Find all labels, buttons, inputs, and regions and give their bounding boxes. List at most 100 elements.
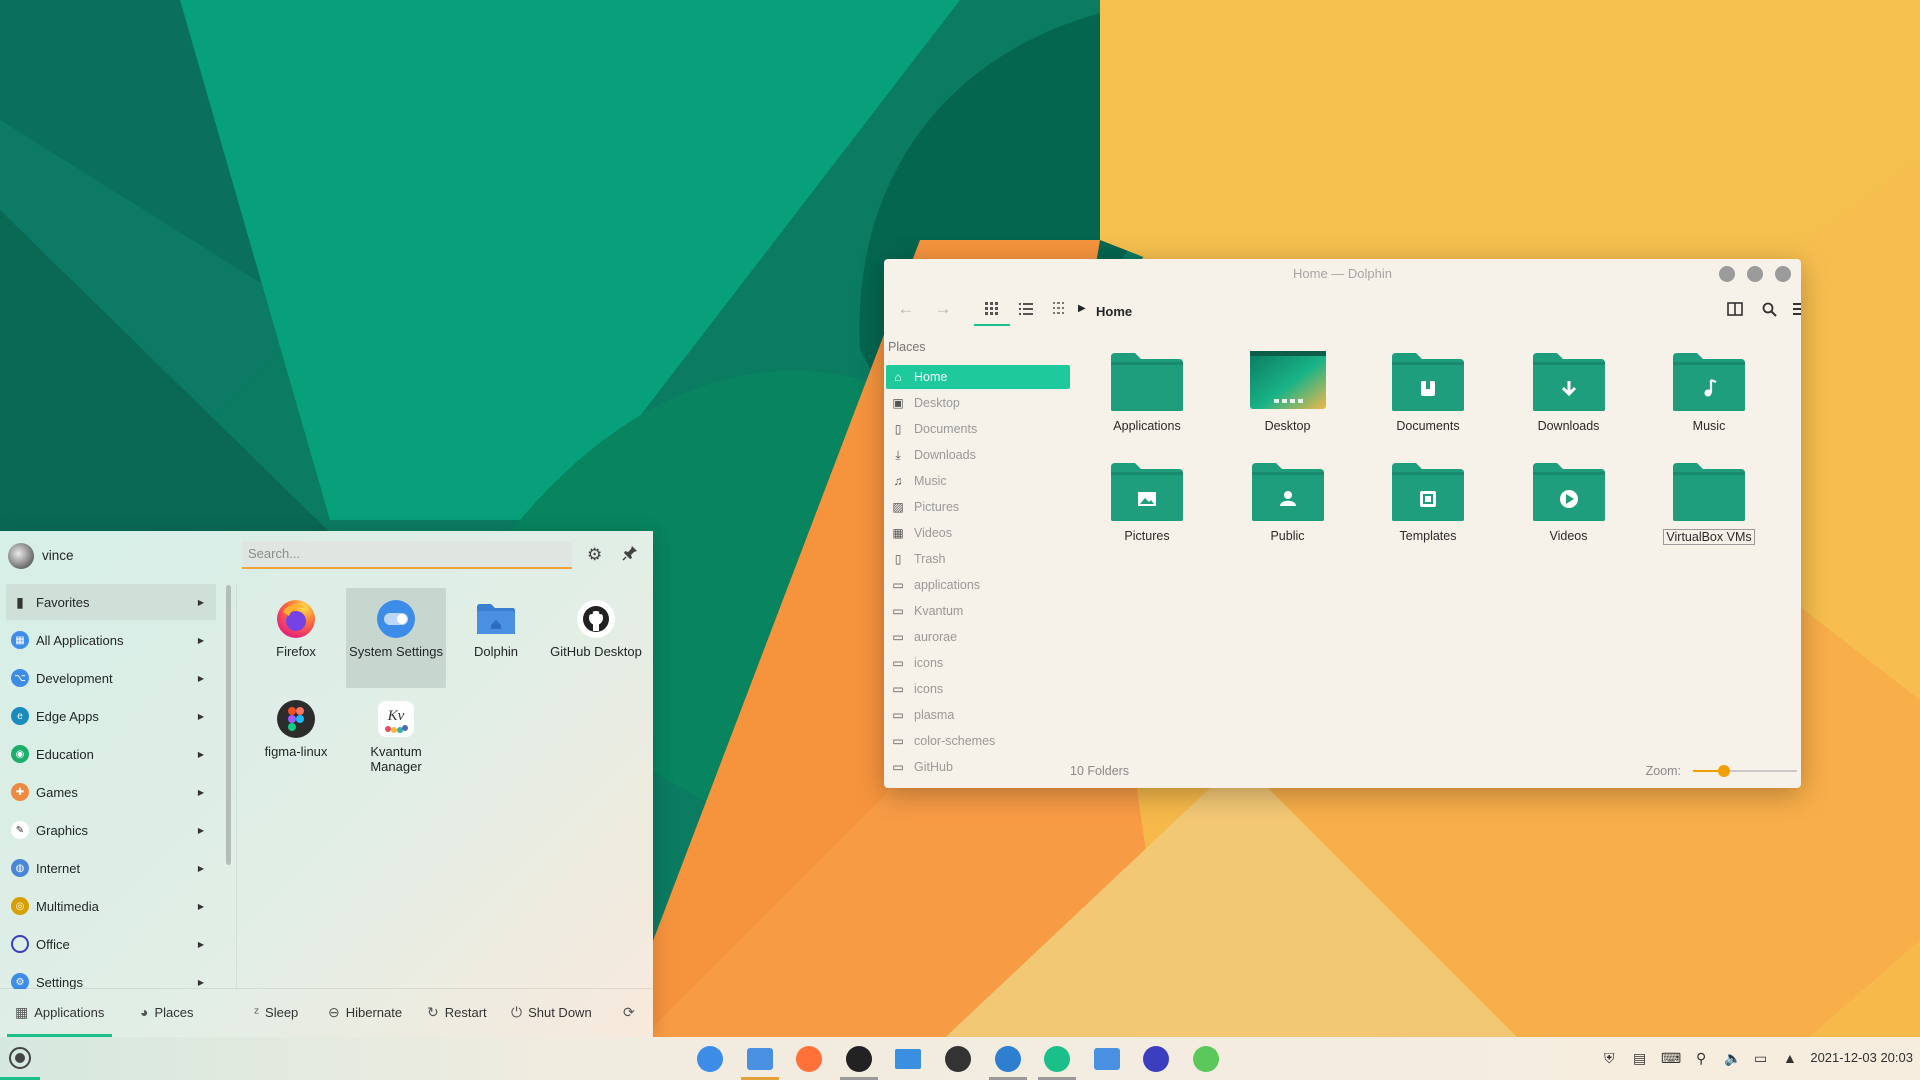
music-player-task[interactable]	[1038, 1044, 1077, 1080]
category-item[interactable]: ▦ All Applications ▶	[6, 622, 216, 658]
folder-item[interactable]: VirtualBox VMs	[1639, 459, 1779, 545]
folder-item[interactable]: Public	[1218, 459, 1358, 543]
inkscape-task[interactable]	[943, 1044, 973, 1074]
app-tile[interactable]: Firefox	[246, 588, 346, 688]
place-item[interactable]: ▭ plasma	[886, 703, 1070, 727]
folder-item[interactable]: Downloads	[1499, 349, 1639, 433]
zoom-slider[interactable]	[1693, 765, 1797, 777]
place-item[interactable]: ▭ icons	[886, 677, 1070, 701]
shutdown-button[interactable]: ⏻ Shut Down	[511, 999, 592, 1025]
folder-item[interactable]: Desktop	[1218, 349, 1358, 433]
minimize-button[interactable]	[1719, 266, 1735, 282]
place-label: Documents	[914, 422, 978, 436]
place-item[interactable]: ▭ GitHub	[886, 755, 1070, 779]
system-monitor-task[interactable]	[1141, 1044, 1171, 1074]
place-item[interactable]: ▯ Trash	[886, 547, 1070, 571]
details-view-button[interactable]	[1012, 296, 1040, 322]
app-tile[interactable]: figma-linux	[246, 688, 346, 788]
breadcrumb-home[interactable]: Home	[1096, 304, 1132, 319]
place-item[interactable]: ▣ Desktop	[886, 391, 1070, 415]
folder-item[interactable]: Templates	[1358, 459, 1498, 543]
launcher-button[interactable]	[9, 1047, 31, 1069]
tray-expand-icon[interactable]: ▲	[1783, 1050, 1797, 1066]
app-tile[interactable]: System Settings	[346, 588, 446, 688]
places-tab[interactable]: ◕ Places	[140, 999, 194, 1025]
dolphin-task[interactable]	[740, 1044, 779, 1080]
hibernate-button[interactable]: ⊖ Hibernate	[328, 999, 402, 1025]
location-icon[interactable]: ⚲	[1696, 1050, 1706, 1067]
leave-button[interactable]: ⟳	[623, 999, 641, 1025]
place-item[interactable]: ▭ icons	[886, 651, 1070, 675]
shield-icon[interactable]: ⛨	[1604, 1050, 1615, 1067]
place-item[interactable]: ⤓ Downloads	[886, 443, 1070, 467]
submenu-arrow-icon: ▶	[197, 901, 204, 911]
display-icon[interactable]: ▭	[1754, 1050, 1767, 1067]
app-tile[interactable]: GitHub Desktop	[546, 588, 646, 688]
system-settings-task[interactable]	[695, 1044, 725, 1074]
sleep-button[interactable]: ᶻ Sleep	[254, 999, 298, 1025]
window-titlebar[interactable]: Home — Dolphin	[884, 259, 1801, 289]
category-item[interactable]: ⌥ Development ▶	[6, 660, 216, 696]
category-scrollbar[interactable]	[226, 585, 231, 865]
github-icon	[575, 598, 617, 640]
forward-arrow-icon[interactable]: →	[929, 296, 957, 322]
clipboard-icon[interactable]: ▤	[1633, 1050, 1646, 1067]
place-item[interactable]: ▭ Kvantum	[886, 599, 1070, 623]
kvantum-icon: Kv	[375, 698, 417, 740]
volume-icon[interactable]: 🔈	[1724, 1050, 1741, 1067]
keyboard-icon[interactable]: ⌨	[1661, 1050, 1681, 1067]
compact-view-button[interactable]	[1046, 296, 1074, 322]
files-task[interactable]	[1092, 1044, 1122, 1074]
place-item[interactable]: ▭ applications	[886, 573, 1070, 597]
place-item[interactable]: ▨ Pictures	[886, 495, 1070, 519]
search-button[interactable]	[1755, 296, 1783, 322]
software-center-task[interactable]	[988, 1044, 1027, 1080]
pin-icon[interactable]	[622, 545, 638, 566]
icons-view-button[interactable]	[974, 296, 1010, 326]
avatar[interactable]	[8, 543, 34, 569]
place-item[interactable]: ▦ Videos	[886, 521, 1070, 545]
category-item[interactable]: ◉ Education ▶	[6, 736, 216, 772]
github-task[interactable]	[839, 1044, 878, 1080]
folder-item[interactable]: Documents	[1358, 349, 1498, 433]
category-label: Internet	[36, 860, 81, 876]
back-arrow-icon[interactable]: ←	[892, 296, 920, 322]
category-item[interactable]: Office ▶	[6, 926, 216, 962]
folder-item[interactable]: Music	[1639, 349, 1779, 433]
maximize-button[interactable]	[1747, 266, 1763, 282]
mail-task[interactable]	[893, 1044, 923, 1074]
category-item[interactable]: ▮ Favorites ▶	[6, 584, 216, 620]
category-item[interactable]: e Edge Apps ▶	[6, 698, 216, 734]
place-item[interactable]: ▭ color-schemes	[886, 729, 1070, 753]
folder-item[interactable]: Pictures	[1077, 459, 1217, 543]
firefox-task[interactable]	[794, 1044, 824, 1074]
clock[interactable]: 2021-12-03 20:03	[1810, 1050, 1913, 1065]
place-label: Pictures	[914, 500, 960, 514]
app-tile[interactable]: Kv Kvantum Manager	[346, 688, 446, 788]
category-item[interactable]: ◎ Multimedia ▶	[6, 888, 216, 924]
figma-icon	[275, 698, 317, 740]
folder-item[interactable]: Videos	[1499, 459, 1639, 543]
category-item[interactable]: ⚙ Settings ▶	[6, 964, 216, 989]
split-view-button[interactable]	[1721, 296, 1749, 322]
place-item[interactable]: ⌂ Home	[886, 365, 1070, 389]
software-center-icon	[994, 1046, 1021, 1072]
app-tile[interactable]: Dolphin	[446, 588, 546, 688]
android-task[interactable]	[1191, 1044, 1221, 1074]
applications-tab[interactable]: ▦ Applications	[6, 999, 113, 1037]
education-icon: ◉	[11, 745, 29, 763]
category-item[interactable]: ✎ Graphics ▶	[6, 812, 216, 848]
place-item[interactable]: ▭ aurorae	[886, 625, 1070, 649]
restart-button[interactable]: ↻ Restart	[427, 999, 487, 1025]
category-item[interactable]: ✚ Games ▶	[6, 774, 216, 810]
close-button[interactable]	[1775, 266, 1791, 282]
configure-icon[interactable]: ⚙	[587, 545, 602, 565]
place-item[interactable]: ▯ Documents	[886, 417, 1070, 441]
firefox-icon	[275, 598, 317, 640]
hamburger-menu-button[interactable]	[1787, 296, 1801, 322]
place-item[interactable]: ♫ Music	[886, 469, 1070, 493]
category-item[interactable]: ◍ Internet ▶	[6, 850, 216, 886]
search-input[interactable]: Search...	[242, 541, 572, 569]
launcher-footer: ▦ Applications ◕ Places ᶻ Sleep ⊖ Hibern…	[0, 988, 653, 1037]
folder-item[interactable]: Applications	[1077, 349, 1217, 433]
